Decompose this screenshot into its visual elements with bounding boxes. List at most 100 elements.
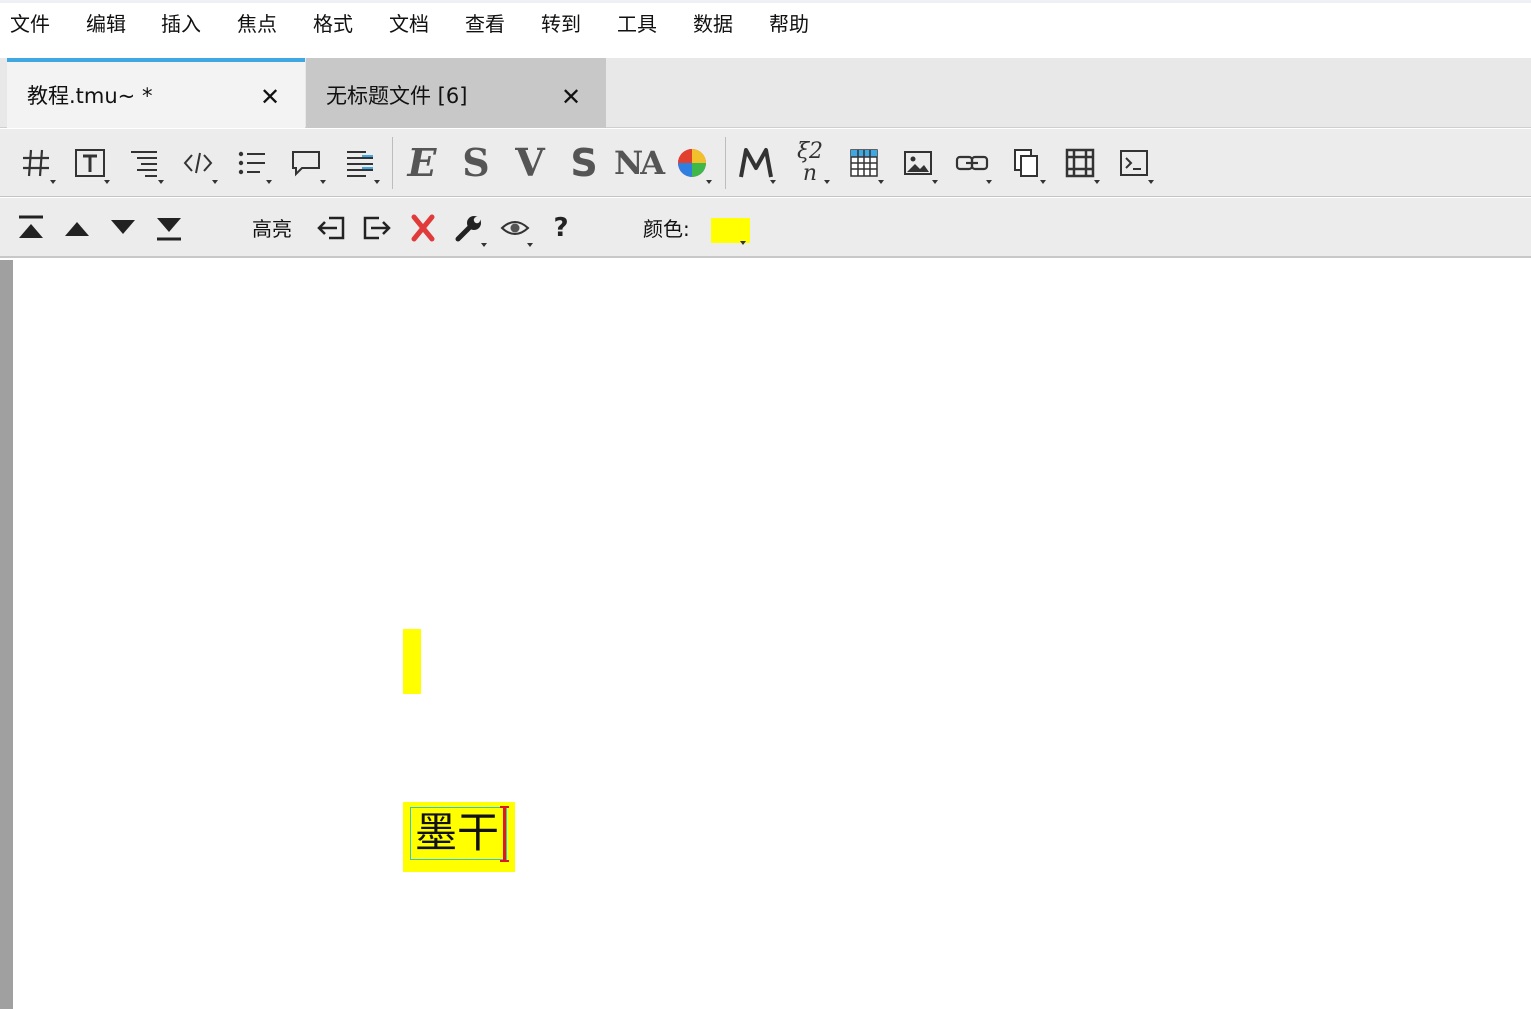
color-swatch[interactable] [711, 218, 750, 245]
copy-icon [1014, 149, 1038, 177]
formula-icon: ξ2 n [796, 139, 824, 186]
highlight-block[interactable]: 墨干 [403, 802, 515, 872]
animation-button[interactable] [1056, 139, 1104, 187]
preferences-button[interactable] [447, 206, 491, 250]
menu-go[interactable]: 转到 [541, 11, 581, 37]
emphasize-button[interactable]: E [398, 139, 446, 187]
link-icon [955, 155, 989, 171]
arrow-up-icon [65, 222, 89, 236]
document-canvas[interactable]: 墨干 [0, 260, 1531, 1009]
menu-format[interactable]: 格式 [313, 11, 353, 37]
next-button[interactable] [101, 206, 145, 250]
highlight-toolbar: 高亮 ? 颜色: [0, 198, 1531, 258]
emphasize-icon: E [407, 140, 437, 185]
menu-document[interactable]: 文档 [389, 11, 429, 37]
exit-right-button[interactable] [355, 206, 399, 250]
comment-button[interactable] [282, 139, 330, 187]
speech-bubble-icon [292, 151, 320, 177]
tab-strip: 教程.tmu~ * ✕ 无标题文件 [6] ✕ [0, 58, 1531, 128]
exit-left-icon [317, 216, 345, 240]
exit-left-button[interactable] [309, 206, 353, 250]
dropdown-caret-icon [481, 243, 487, 247]
tab-untitled[interactable]: 无标题文件 [6] ✕ [306, 58, 606, 128]
highlight-menu-label[interactable]: 高亮 [252, 216, 292, 242]
menu-data[interactable]: 数据 [693, 11, 733, 37]
formula-button[interactable]: ξ2 n [786, 139, 834, 187]
dropdown-caret-icon [770, 180, 776, 184]
film-icon [1065, 148, 1095, 178]
arrow-bottom-icon [157, 218, 181, 241]
previous-button[interactable] [55, 206, 99, 250]
text-box-icon [75, 149, 105, 177]
eye-icon [500, 221, 530, 235]
table-button[interactable] [840, 139, 888, 187]
verbatim-icon: V [515, 140, 545, 185]
view-button[interactable] [493, 206, 537, 250]
paragraph-icon [347, 151, 373, 177]
dropdown-caret-icon [1148, 180, 1154, 184]
dropdown-caret-icon [320, 180, 326, 184]
section-button[interactable] [12, 139, 60, 187]
dropdown-caret-icon [104, 180, 110, 184]
copy-button[interactable] [1002, 139, 1050, 187]
tab-tutorial[interactable]: 教程.tmu~ * ✕ [7, 58, 305, 128]
menu-bar: 文件 编辑 插入 焦点 格式 文档 查看 转到 工具 数据 帮助 [0, 0, 1531, 58]
main-toolbar: E S V S NA ξ2 n [0, 129, 1531, 197]
align-right-icon [131, 151, 157, 177]
highlight-empty[interactable] [403, 629, 421, 694]
dropdown-caret-icon [932, 180, 938, 184]
strong-icon: S [462, 140, 490, 185]
menu-help[interactable]: 帮助 [769, 11, 809, 37]
verbatim-button[interactable]: V [506, 139, 554, 187]
close-icon[interactable]: ✕ [256, 83, 284, 111]
tab-label: 教程.tmu~ * [27, 84, 153, 108]
dropdown-caret-icon [374, 180, 380, 184]
last-button[interactable] [147, 206, 191, 250]
arrow-top-icon [19, 215, 43, 238]
list-button[interactable] [228, 139, 276, 187]
session-button[interactable] [1110, 139, 1158, 187]
color-button[interactable] [668, 139, 716, 187]
strong-button[interactable]: S [452, 139, 500, 187]
dropdown-caret-icon [158, 180, 164, 184]
macro-icon [739, 148, 773, 178]
delete-x-icon [411, 214, 435, 242]
image-button[interactable] [894, 139, 942, 187]
help-button[interactable]: ? [539, 206, 583, 250]
wrench-icon [455, 216, 481, 242]
close-icon[interactable]: ✕ [557, 83, 585, 111]
menu-view[interactable]: 查看 [465, 11, 505, 37]
arrow-down-icon [111, 220, 135, 234]
link-button[interactable] [948, 139, 996, 187]
first-button[interactable] [9, 206, 53, 250]
name-button[interactable]: NA [614, 139, 665, 187]
samp-button[interactable]: S [560, 139, 608, 187]
hash-icon [23, 149, 49, 177]
menu-tools[interactable]: 工具 [617, 11, 657, 37]
highlighted-text[interactable]: 墨干 [415, 807, 499, 859]
menu-file[interactable]: 文件 [10, 11, 50, 37]
menu-insert[interactable]: 插入 [161, 11, 201, 37]
menu-edit[interactable]: 编辑 [86, 11, 126, 37]
code-button[interactable] [174, 139, 222, 187]
toolbar-separator [725, 137, 726, 189]
menu-focus[interactable]: 焦点 [237, 11, 277, 37]
dropdown-caret-icon [527, 243, 533, 247]
align-button[interactable] [120, 139, 168, 187]
dropdown-caret-icon [878, 180, 884, 184]
list-icon [238, 151, 265, 175]
question-icon: ? [553, 213, 569, 243]
text-environment-button[interactable] [66, 139, 114, 187]
delete-button[interactable] [401, 206, 445, 250]
paragraph-button[interactable] [336, 139, 384, 187]
table-icon [850, 149, 878, 177]
dropdown-caret-icon [706, 180, 712, 184]
highlight-focus-box: 墨干 [410, 807, 507, 860]
color-label: 颜色: [643, 217, 690, 241]
terminal-icon [1120, 150, 1148, 176]
dropdown-caret-icon [212, 180, 218, 184]
macro-button[interactable] [732, 139, 780, 187]
dropdown-caret-icon [1040, 180, 1046, 184]
exit-right-icon [363, 216, 391, 240]
tab-label: 无标题文件 [6] [326, 84, 468, 108]
